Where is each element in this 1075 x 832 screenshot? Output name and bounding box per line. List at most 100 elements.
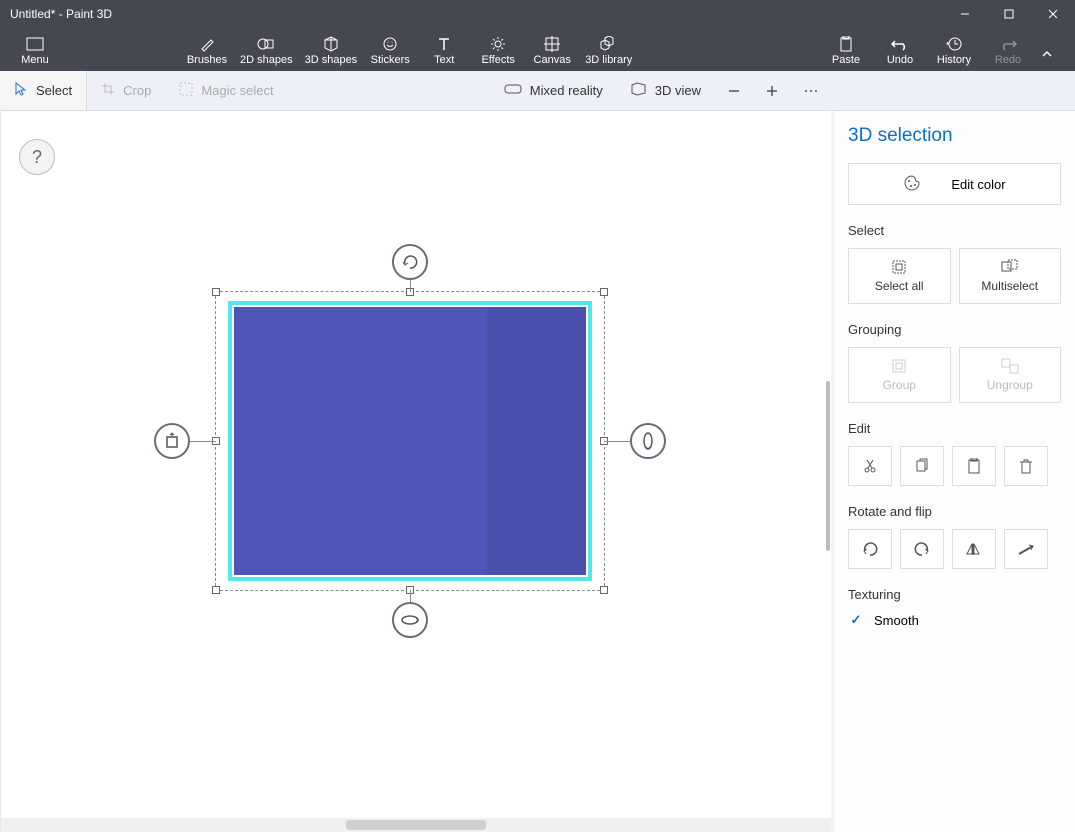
2d-shapes-icon xyxy=(257,34,275,54)
edit-color-label: Edit color xyxy=(951,177,1005,192)
rotate-x-handle[interactable] xyxy=(392,602,428,638)
multiselect-button[interactable]: Multiselect xyxy=(959,248,1062,304)
paste-button[interactable]: Paste xyxy=(819,28,873,71)
crop-icon xyxy=(101,82,115,99)
crop-tool-label: Crop xyxy=(123,83,151,98)
flip-horizontal-button[interactable] xyxy=(952,529,996,569)
history-icon xyxy=(946,34,962,54)
ungroup-icon xyxy=(1001,358,1019,374)
more-options-button[interactable] xyxy=(791,71,831,110)
question-icon: ? xyxy=(32,147,42,168)
handle-bottom-right[interactable] xyxy=(600,586,608,594)
group-label: Group xyxy=(883,378,916,392)
flip-v-icon xyxy=(1017,542,1035,556)
toolbar-expand-button[interactable] xyxy=(1033,40,1061,68)
minus-icon xyxy=(727,84,741,98)
3d-library-label: 3D library xyxy=(585,54,632,66)
copy-button[interactable] xyxy=(900,446,944,486)
flip-h-icon xyxy=(965,542,983,556)
handle-top-right[interactable] xyxy=(600,288,608,296)
rotate-ccw-icon xyxy=(861,541,879,557)
stickers-button[interactable]: Stickers xyxy=(363,28,417,71)
edit-section-label: Edit xyxy=(848,421,1061,436)
redo-label: Redo xyxy=(995,54,1021,66)
3d-shapes-button[interactable]: 3D shapes xyxy=(299,28,364,71)
handle-bottom-left[interactable] xyxy=(212,586,220,594)
grouping-section-label: Grouping xyxy=(848,322,1061,337)
depth-handle[interactable] xyxy=(154,423,190,459)
3d-shapes-label: 3D shapes xyxy=(305,54,358,66)
history-button[interactable]: History xyxy=(927,28,981,71)
selection-box[interactable] xyxy=(215,291,605,591)
rotate-z-handle[interactable] xyxy=(392,244,428,280)
canvas-area[interactable]: ? xyxy=(0,111,831,832)
text-icon xyxy=(437,34,451,54)
rotate-ccw-button[interactable] xyxy=(848,529,892,569)
crop-tool-button[interactable]: Crop xyxy=(87,71,165,110)
select-tool-button[interactable]: Select xyxy=(0,71,87,110)
edit-color-button[interactable]: Edit color xyxy=(848,163,1061,205)
cursor-icon xyxy=(14,82,28,99)
brushes-button[interactable]: Brushes xyxy=(180,28,234,71)
rotate-section-label: Rotate and flip xyxy=(848,504,1061,519)
effects-button[interactable]: Effects xyxy=(471,28,525,71)
window-title: Untitled* - Paint 3D xyxy=(10,7,943,21)
properties-panel: 3D selection Edit color Select Select al… xyxy=(833,111,1075,832)
menu-icon xyxy=(26,34,44,54)
zoom-out-button[interactable] xyxy=(715,71,753,110)
canvas-button[interactable]: Canvas xyxy=(525,28,579,71)
window-maximize-button[interactable] xyxy=(987,0,1031,28)
cut-button[interactable] xyxy=(848,446,892,486)
3d-view-icon xyxy=(631,82,647,99)
select-all-button[interactable]: Select all xyxy=(848,248,951,304)
magic-select-button[interactable]: Magic select xyxy=(165,71,287,110)
2d-shapes-button[interactable]: 2D shapes xyxy=(234,28,299,71)
3d-cube-object[interactable] xyxy=(234,307,586,575)
handle-top-left[interactable] xyxy=(212,288,220,296)
window-close-button[interactable] xyxy=(1031,0,1075,28)
trash-icon xyxy=(1019,458,1033,474)
help-button[interactable]: ? xyxy=(19,139,55,175)
effects-label: Effects xyxy=(481,54,514,66)
brushes-label: Brushes xyxy=(187,54,227,66)
window-minimize-button[interactable] xyxy=(943,0,987,28)
3d-library-button[interactable]: 3D library xyxy=(579,28,638,71)
undo-icon xyxy=(891,34,909,54)
flip-vertical-button[interactable] xyxy=(1004,529,1048,569)
palette-icon xyxy=(903,174,921,195)
paste-panel-button[interactable] xyxy=(952,446,996,486)
stickers-icon xyxy=(382,34,398,54)
ungroup-label: Ungroup xyxy=(987,378,1033,392)
main-toolbar: Menu Brushes 2D shapes 3D shapes Sticker… xyxy=(0,28,1075,71)
3d-view-button[interactable]: 3D view xyxy=(617,71,715,110)
canvas-icon xyxy=(544,34,560,54)
delete-button[interactable] xyxy=(1004,446,1048,486)
effects-icon xyxy=(490,34,506,54)
group-button[interactable]: Group xyxy=(848,347,951,403)
menu-button[interactable]: Menu xyxy=(0,28,70,71)
horizontal-scrollbar[interactable] xyxy=(1,818,831,832)
menu-label: Menu xyxy=(21,54,49,66)
mixed-reality-button[interactable]: Mixed reality xyxy=(490,71,617,110)
canvas-scrollbar[interactable] xyxy=(825,111,831,818)
copy-icon xyxy=(914,458,930,474)
2d-shapes-label: 2D shapes xyxy=(240,54,293,66)
select-all-label: Select all xyxy=(875,279,924,293)
magic-select-icon xyxy=(179,82,193,99)
title-bar: Untitled* - Paint 3D xyxy=(0,0,1075,28)
ungroup-button[interactable]: Ungroup xyxy=(959,347,1062,403)
paste-label: Paste xyxy=(832,54,860,66)
smooth-checkbox[interactable]: ✓ Smooth xyxy=(848,612,1061,628)
text-label: Text xyxy=(434,54,454,66)
rotate-cw-icon xyxy=(913,541,931,557)
undo-label: Undo xyxy=(887,54,913,66)
group-icon xyxy=(891,358,907,374)
brush-icon xyxy=(199,34,215,54)
text-button[interactable]: Text xyxy=(417,28,471,71)
multiselect-label: Multiselect xyxy=(981,279,1038,293)
rotate-y-handle[interactable] xyxy=(630,423,666,459)
rotate-cw-button[interactable] xyxy=(900,529,944,569)
undo-button[interactable]: Undo xyxy=(873,28,927,71)
zoom-in-button[interactable] xyxy=(753,71,791,110)
redo-button[interactable]: Redo xyxy=(981,28,1035,71)
